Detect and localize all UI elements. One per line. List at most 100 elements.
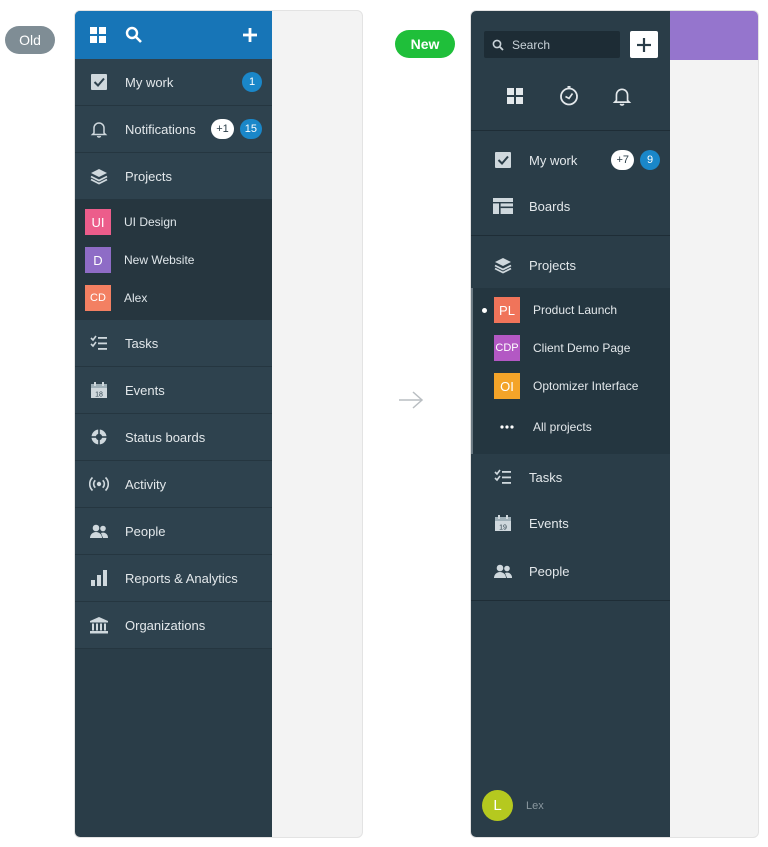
new-sidebar: Search My work +7 9 Boards Projects PL P… [471, 11, 670, 837]
project-avatar: CDP [494, 335, 520, 361]
calendar-icon: 19 [493, 513, 513, 533]
sidebar-item-my-work[interactable]: My work +7 9 [471, 137, 670, 183]
project-avatar: D [85, 247, 111, 273]
sidebar-item-label: People [529, 563, 570, 579]
old-app-frame: My work 1 Notifications +1 15 Projects U… [74, 10, 363, 838]
sidebar-item-label: Projects [529, 257, 576, 273]
old-label: Old [5, 26, 55, 54]
bank-icon [89, 615, 109, 635]
new-project-list: PL Product Launch CDP Client Demo Page O… [471, 288, 670, 454]
search-placeholder: Search [512, 37, 551, 52]
project-avatar: CD [85, 285, 111, 311]
sidebar-item-reports[interactable]: Reports & Analytics [75, 555, 272, 602]
sidebar-item-label: My work [529, 152, 578, 168]
ellipsis-icon [500, 425, 514, 429]
project-item[interactable]: CDP Client Demo Page [473, 332, 670, 364]
new-count-badge: +1 [211, 119, 234, 139]
sidebar-item-label: Notifications [125, 121, 196, 137]
svg-text:19: 19 [499, 525, 507, 532]
sidebar-item-organizations[interactable]: Organizations [75, 602, 272, 649]
project-avatar: PL [494, 297, 520, 323]
project-name: New Website [124, 253, 195, 267]
sidebar-item-events[interactable]: 18 Events [75, 367, 272, 414]
bell-icon [89, 119, 109, 139]
search-icon[interactable] [125, 26, 143, 44]
project-item[interactable]: PL Product Launch [473, 294, 670, 326]
sidebar-item-my-work[interactable]: My work 1 [75, 59, 272, 106]
user-profile[interactable]: L Lex [482, 790, 544, 821]
sidebar-item-tasks[interactable]: Tasks [75, 320, 272, 367]
new-app-frame: Search My work +7 9 Boards Projects PL P… [470, 10, 759, 838]
search-input[interactable]: Search [484, 31, 620, 58]
project-name: Alex [124, 291, 148, 305]
sidebar-item-people[interactable]: People [75, 508, 272, 555]
target-icon [89, 427, 109, 447]
count-badge: 9 [640, 150, 660, 170]
all-projects-link[interactable]: All projects [473, 411, 670, 443]
project-name: Optomizer Interface [533, 379, 639, 393]
sidebar-item-projects[interactable]: Projects [75, 153, 272, 200]
project-avatar: OI [494, 373, 520, 399]
grid-icon[interactable] [504, 85, 526, 107]
grid-icon[interactable] [89, 26, 107, 44]
sidebar-item-label: Tasks [529, 469, 563, 485]
plus-icon [637, 37, 651, 52]
broadcast-icon [89, 474, 109, 494]
sidebar-item-people[interactable]: People [471, 548, 670, 594]
quick-icons-row [471, 81, 670, 111]
sidebar-item-label: Projects [125, 168, 172, 184]
divider [471, 235, 670, 236]
project-item[interactable]: UI UI Design [75, 203, 272, 241]
sidebar-item-label: Reports & Analytics [125, 570, 238, 586]
sidebar-item-label: Organizations [125, 617, 206, 633]
sidebar-item-label: Activity [125, 476, 167, 492]
bar-chart-icon [89, 568, 109, 588]
clock-icon[interactable] [558, 85, 580, 107]
add-button[interactable] [630, 31, 658, 58]
calendar-icon: 18 [89, 380, 109, 400]
project-name: Product Launch [533, 303, 618, 317]
count-badge: 15 [239, 119, 262, 139]
bell-icon[interactable] [611, 85, 633, 107]
user-name: Lex [526, 799, 544, 812]
old-sidebar: My work 1 Notifications +1 15 Projects U… [75, 11, 272, 837]
checkbox-icon [89, 72, 109, 92]
project-name: UI Design [124, 215, 177, 229]
sidebar-item-boards[interactable]: Boards [471, 183, 670, 229]
sidebar-item-label: Status boards [125, 429, 206, 445]
count-badge: 1 [242, 72, 262, 92]
layers-icon [89, 166, 109, 186]
tasks-icon [89, 333, 109, 353]
project-item[interactable]: CD Alex [75, 279, 272, 317]
svg-text:18: 18 [95, 392, 103, 399]
arrow-right-icon [399, 391, 424, 409]
project-item[interactable]: OI Optomizer Interface [473, 370, 670, 402]
sidebar-item-label: Tasks [125, 335, 159, 351]
new-count-badge: +7 [611, 150, 634, 170]
plus-icon[interactable] [242, 27, 258, 43]
sidebar-item-activity[interactable]: Activity [75, 461, 272, 508]
sidebar-item-label: Events [125, 382, 165, 398]
sidebar-item-status-boards[interactable]: Status boards [75, 414, 272, 461]
divider [471, 600, 670, 601]
people-icon [89, 521, 109, 541]
layers-icon [493, 255, 513, 275]
sidebar-item-label: Events [529, 515, 569, 531]
old-project-list: UI UI Design D New Website CD Alex [75, 200, 272, 320]
sidebar-item-tasks[interactable]: Tasks [471, 454, 670, 500]
avatar: L [482, 790, 513, 821]
sidebar-item-projects[interactable]: Projects [471, 242, 670, 288]
sidebar-item-events[interactable]: 19 Events [471, 500, 670, 546]
checkbox-icon [493, 150, 513, 170]
sidebar-item-label: People [125, 523, 166, 539]
new-label: New [395, 30, 455, 58]
project-item[interactable]: D New Website [75, 241, 272, 279]
sidebar-item-notifications[interactable]: Notifications +1 15 [75, 106, 272, 153]
people-icon [493, 561, 513, 581]
all-projects-label: All projects [533, 420, 592, 434]
search-icon [492, 39, 504, 51]
divider [471, 130, 670, 131]
active-dot [482, 307, 487, 313]
old-header [75, 11, 272, 59]
tasks-icon [493, 467, 513, 487]
